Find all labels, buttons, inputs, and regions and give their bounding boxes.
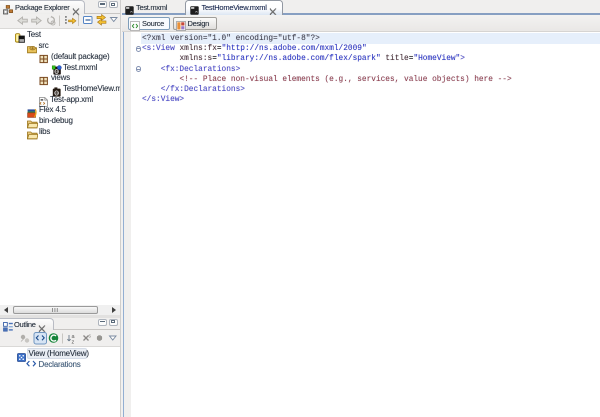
svg-text:s: s (89, 334, 92, 340)
svg-text:z: z (72, 340, 75, 346)
